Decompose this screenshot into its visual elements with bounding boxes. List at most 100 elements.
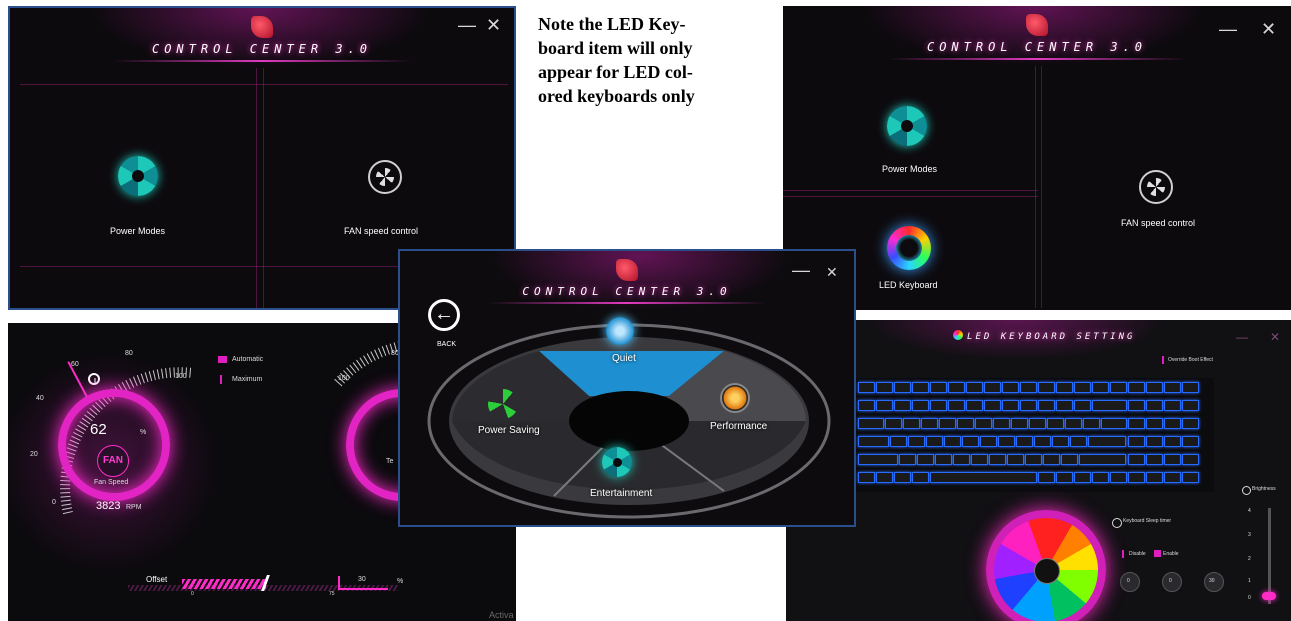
keyboard-key[interactable] — [1020, 400, 1037, 411]
keyboard-key[interactable] — [903, 418, 920, 429]
keyboard-key[interactable] — [876, 400, 893, 411]
keyboard-key[interactable] — [1002, 382, 1019, 393]
keyboard-key[interactable] — [1070, 436, 1087, 447]
keyboard-key[interactable] — [858, 382, 875, 393]
timer-hours-dial[interactable]: 0 — [1120, 572, 1140, 592]
keyboard-key[interactable] — [1182, 418, 1199, 429]
keyboard-key[interactable] — [921, 418, 938, 429]
keyboard-key[interactable] — [998, 436, 1015, 447]
keyboard-key[interactable] — [957, 418, 974, 429]
keyboard-key[interactable] — [1128, 436, 1145, 447]
keyboard-key[interactable] — [1182, 400, 1199, 411]
keyboard-key[interactable] — [930, 400, 947, 411]
color-wheel[interactable] — [986, 510, 1106, 621]
keyboard-key[interactable] — [1128, 418, 1145, 429]
minimize-button[interactable]: — — [1219, 20, 1237, 38]
keyboard-key[interactable] — [1038, 400, 1055, 411]
keyboard-key[interactable] — [858, 418, 884, 429]
keyboard-key[interactable] — [1011, 418, 1028, 429]
keyboard-key[interactable] — [953, 454, 970, 465]
keyboard-key[interactable] — [894, 400, 911, 411]
keyboard-key[interactable] — [1164, 472, 1181, 483]
keyboard-key[interactable] — [1056, 400, 1073, 411]
keyboard-key[interactable] — [894, 472, 911, 483]
keyboard-map[interactable] — [854, 378, 1214, 492]
keyboard-key[interactable] — [1092, 382, 1109, 393]
keyboard-key[interactable] — [1038, 472, 1055, 483]
keyboard-key[interactable] — [966, 400, 983, 411]
minimize-button[interactable]: — — [1236, 328, 1248, 346]
keyboard-key[interactable] — [966, 382, 983, 393]
keyboard-key[interactable] — [912, 382, 929, 393]
keyboard-key[interactable] — [1020, 382, 1037, 393]
brightness-handle[interactable] — [1262, 592, 1276, 600]
keyboard-key[interactable] — [1146, 454, 1163, 465]
keyboard-key[interactable] — [1056, 472, 1073, 483]
keyboard-key[interactable] — [984, 382, 1001, 393]
keyboard-key[interactable] — [962, 436, 979, 447]
keyboard-key[interactable] — [876, 382, 893, 393]
keyboard-key[interactable] — [948, 382, 965, 393]
keyboard-key[interactable] — [1025, 454, 1042, 465]
keyboard-key[interactable] — [975, 418, 992, 429]
keyboard-key[interactable] — [1146, 436, 1163, 447]
keyboard-key[interactable] — [1029, 418, 1046, 429]
keyboard-key[interactable] — [1092, 400, 1127, 411]
keyboard-key[interactable] — [1052, 436, 1069, 447]
keyboard-key[interactable] — [1164, 382, 1181, 393]
keyboard-key[interactable] — [1182, 472, 1199, 483]
keyboard-key[interactable] — [899, 454, 916, 465]
keyboard-key[interactable] — [1016, 436, 1033, 447]
keyboard-key[interactable] — [930, 382, 947, 393]
keyboard-key[interactable] — [939, 418, 956, 429]
keyboard-key[interactable] — [1065, 418, 1082, 429]
keyboard-key[interactable] — [858, 400, 875, 411]
keyboard-key[interactable] — [858, 472, 875, 483]
keyboard-key[interactable] — [894, 382, 911, 393]
keyboard-key[interactable] — [912, 472, 929, 483]
keyboard-key[interactable] — [930, 472, 1037, 483]
keyboard-key[interactable] — [1128, 382, 1145, 393]
keyboard-key[interactable] — [944, 436, 961, 447]
keyboard-key[interactable] — [1146, 400, 1163, 411]
keyboard-key[interactable] — [1047, 418, 1064, 429]
keyboard-key[interactable] — [1074, 472, 1091, 483]
keyboard-key[interactable] — [885, 418, 902, 429]
keyboard-key[interactable] — [1007, 454, 1024, 465]
keyboard-key[interactable] — [1164, 418, 1181, 429]
keyboard-key[interactable] — [1101, 418, 1127, 429]
close-button[interactable]: ✕ — [486, 16, 501, 34]
keyboard-key[interactable] — [1128, 454, 1145, 465]
close-button[interactable]: ✕ — [1270, 328, 1280, 346]
keyboard-key[interactable] — [1034, 436, 1051, 447]
keyboard-key[interactable] — [1083, 418, 1100, 429]
timer-seconds-dial[interactable]: 30 — [1204, 572, 1224, 592]
keyboard-key[interactable] — [908, 436, 925, 447]
keyboard-key[interactable] — [1164, 400, 1181, 411]
keyboard-key[interactable] — [1146, 418, 1163, 429]
keyboard-key[interactable] — [935, 454, 952, 465]
timer-minutes-dial[interactable]: 0 — [1162, 572, 1182, 592]
keyboard-key[interactable] — [926, 436, 943, 447]
minimize-button[interactable]: — — [458, 16, 476, 34]
keyboard-key[interactable] — [1110, 472, 1127, 483]
keyboard-key[interactable] — [1088, 436, 1127, 447]
keyboard-key[interactable] — [1182, 382, 1199, 393]
keyboard-key[interactable] — [1182, 436, 1199, 447]
keyboard-key[interactable] — [1061, 454, 1078, 465]
keyboard-key[interactable] — [1092, 472, 1109, 483]
keyboard-key[interactable] — [948, 400, 965, 411]
keyboard-key[interactable] — [1079, 454, 1127, 465]
keyboard-key[interactable] — [1043, 454, 1060, 465]
keyboard-key[interactable] — [1056, 382, 1073, 393]
keyboard-key[interactable] — [858, 436, 889, 447]
keyboard-key[interactable] — [1164, 436, 1181, 447]
close-button[interactable]: ✕ — [826, 263, 838, 281]
keyboard-key[interactable] — [1164, 454, 1181, 465]
keyboard-key[interactable] — [1038, 382, 1055, 393]
keyboard-key[interactable] — [858, 454, 898, 465]
keyboard-key[interactable] — [1128, 472, 1145, 483]
minimize-button[interactable]: — — [792, 261, 810, 279]
keyboard-key[interactable] — [980, 436, 997, 447]
keyboard-key[interactable] — [971, 454, 988, 465]
